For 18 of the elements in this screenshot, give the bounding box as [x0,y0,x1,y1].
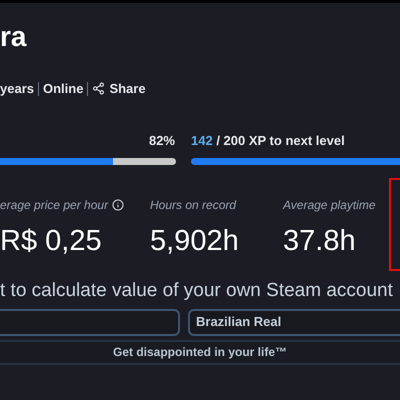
stat-value: R$ 0,25 [0,224,102,259]
calculate-button[interactable]: Get disappointed in your life™ [0,340,400,364]
profile-input[interactable] [0,308,180,336]
profile-name: ra [0,21,26,53]
info-icon[interactable] [112,199,124,211]
profile-meta: Online [42,80,84,98]
profile-meta: years [0,80,34,98]
stat-label: Average playtime [283,197,376,214]
stat-value: 37.8h [283,224,356,259]
currency-select[interactable]: Brazilian Real [188,308,400,336]
stat-label: erage price per hour [0,197,108,214]
stat-value: 5,902h [150,224,239,259]
share-button[interactable]: Share [92,79,146,98]
xp-label: 142 / 200 XP to next level [191,132,346,150]
calculator-heading: t to calculate value of your own Steam account [0,279,394,303]
percent-label: 82% [148,132,175,150]
stat-label: Hours on record [150,197,236,214]
share-icon [92,82,106,96]
